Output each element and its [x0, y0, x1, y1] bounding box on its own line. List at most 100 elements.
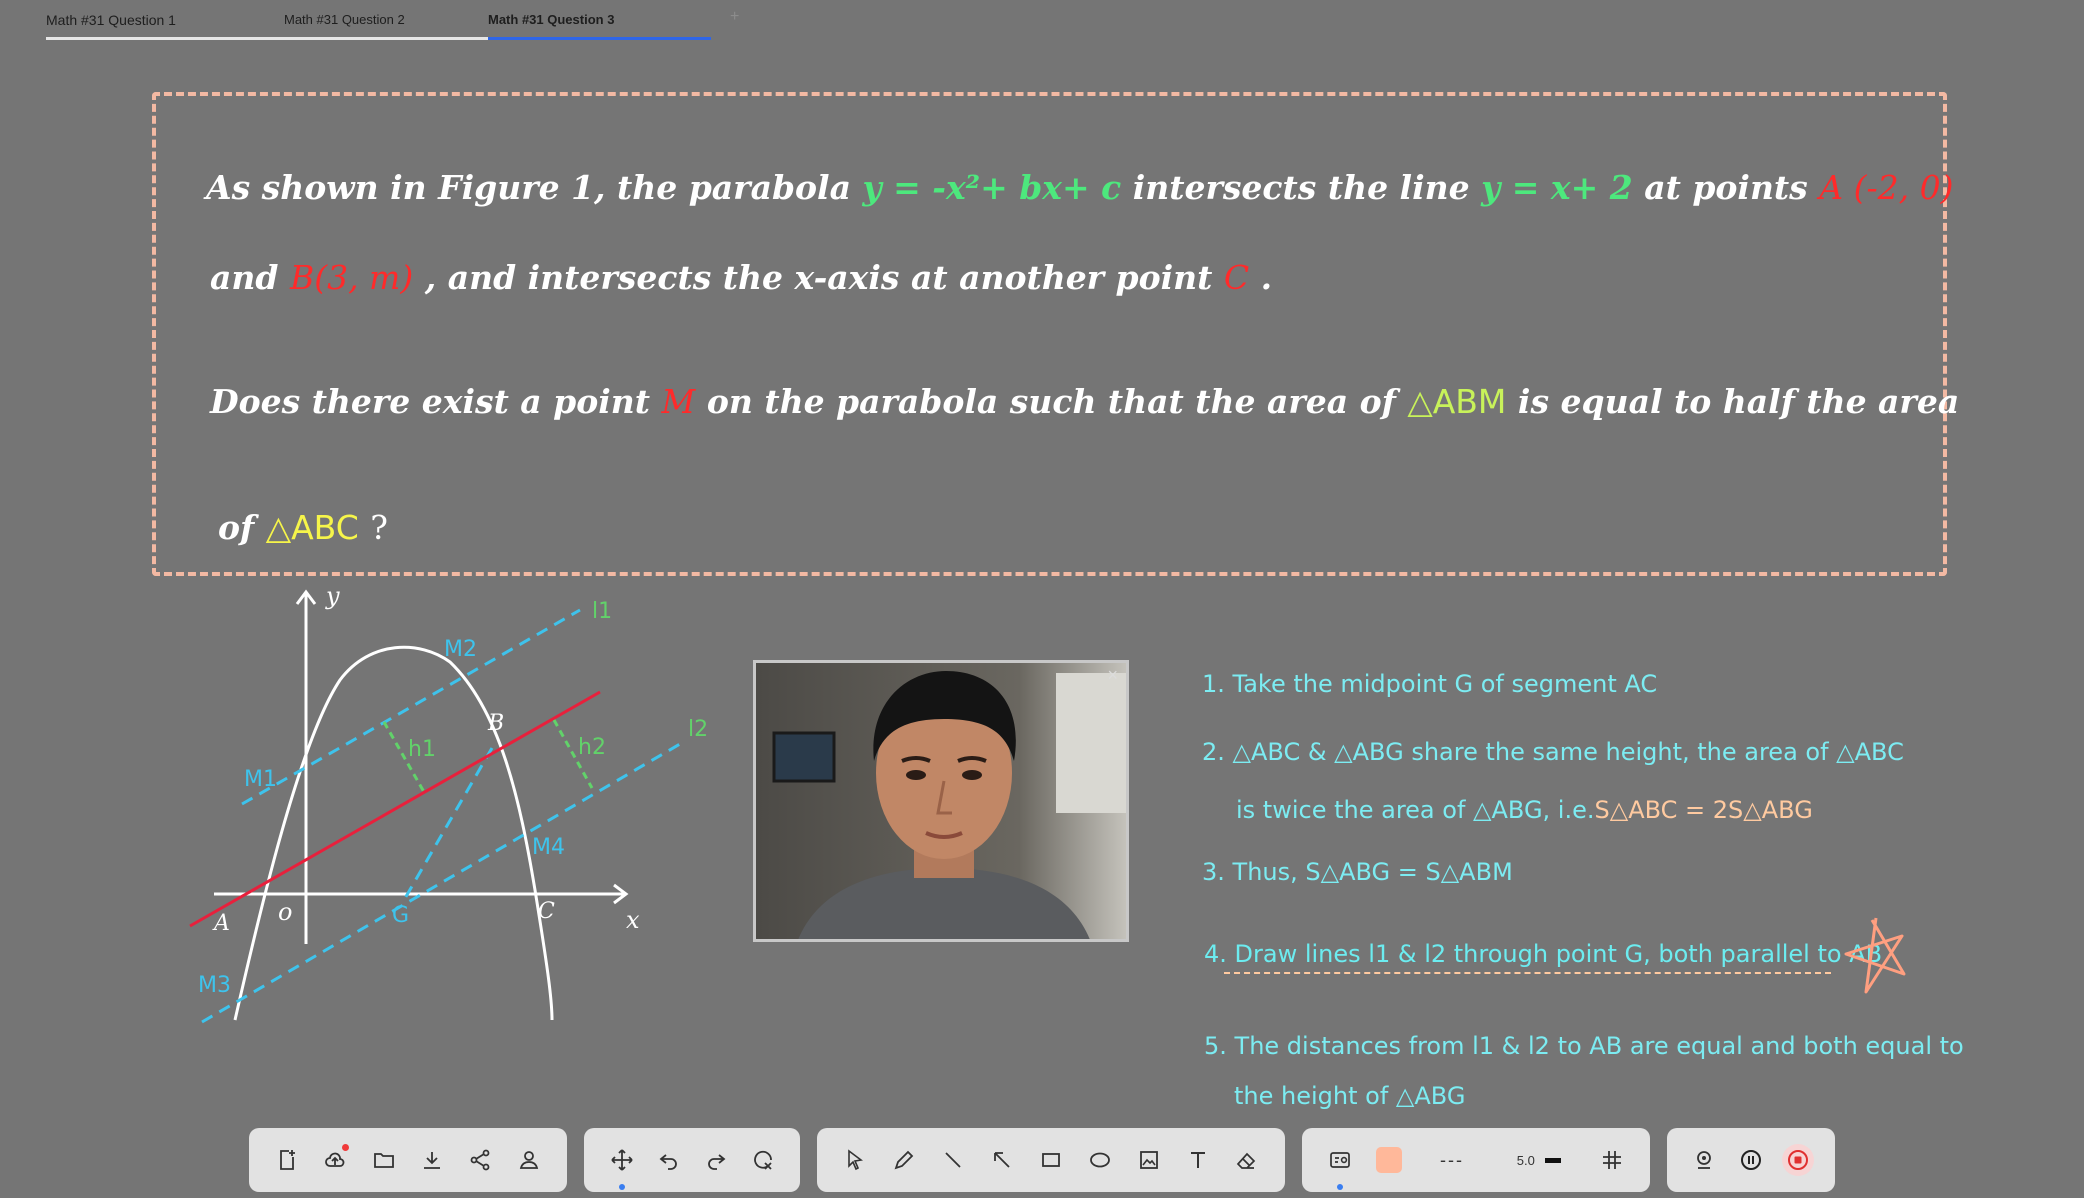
- point-a: A (-2, 0): [1819, 168, 1954, 207]
- tab-question-2[interactable]: Math #31 Question 2: [269, 0, 488, 40]
- question-box: [152, 92, 1947, 576]
- arrow-tool-button[interactable]: [986, 1144, 1018, 1176]
- close-icon[interactable]: ×: [1107, 665, 1118, 686]
- board-settings-icon: [1330, 1152, 1351, 1168]
- notification-dot: [342, 1144, 350, 1151]
- tab-bar: Math #31 Question 1 Math #31 Question 2 …: [46, 0, 711, 40]
- color-picker-button[interactable]: [1373, 1144, 1405, 1176]
- label-y: y: [325, 582, 340, 610]
- point-b: B(3, m): [289, 258, 414, 297]
- triangle-abc: △ABC: [265, 508, 359, 547]
- question-text: and: [210, 258, 279, 297]
- folder-icon: [373, 1153, 394, 1168]
- download-button[interactable]: [416, 1144, 448, 1176]
- download-icon: [424, 1152, 441, 1169]
- question-line-3: Does there exist a point M on the parabo…: [210, 382, 1959, 421]
- label-c: C: [538, 899, 555, 924]
- share-icon: [471, 1149, 490, 1171]
- pause-recording-button[interactable]: [1735, 1144, 1767, 1176]
- question-text: on the parabola such that the area of: [706, 382, 1396, 421]
- toolbar-style-group: --- 5.0: [1302, 1128, 1650, 1192]
- step-2-formula: S△ABC = 2S△ABG: [1594, 796, 1813, 824]
- stroke-width-value: 5.0: [1516, 1152, 1535, 1168]
- step-2-text: is twice the area of △ABG, i.e.: [1236, 796, 1595, 824]
- label-m1: M1: [244, 767, 277, 792]
- question-text: at points: [1644, 168, 1808, 207]
- question-line-2: and B(3, m) , and intersects the x-axis …: [210, 258, 1272, 297]
- label-l2: l2: [688, 717, 708, 742]
- cloud-upload-icon: [325, 1152, 345, 1167]
- line-l1: [241, 608, 581, 806]
- rectangle-tool-button[interactable]: [1035, 1144, 1067, 1176]
- stop-recording-button[interactable]: [1781, 1144, 1814, 1176]
- star-doodle: [1844, 917, 1906, 994]
- active-indicator: [618, 1184, 625, 1190]
- ellipse-tool-button[interactable]: [1084, 1144, 1116, 1176]
- grid-toggle-button[interactable]: [1596, 1144, 1628, 1176]
- new-page-icon: [280, 1150, 296, 1170]
- cursor-icon: [848, 1149, 864, 1171]
- step-2: 2. △ABC & △ABG share the same height, th…: [1202, 738, 1904, 766]
- move-canvas-button[interactable]: [606, 1144, 638, 1190]
- active-indicator: [1337, 1184, 1344, 1190]
- person-portrait: [756, 663, 1126, 939]
- parabola-equation: y = -x²+ bx+ c: [862, 168, 1122, 207]
- question-text: Does there exist a point: [210, 382, 651, 421]
- parabola-curve: [233, 645, 554, 1021]
- pencil-icon: [894, 1150, 914, 1170]
- grid-icon: [1602, 1151, 1621, 1169]
- question-text: As shown in Figure 1, the parabola: [206, 168, 851, 207]
- pause-icon: [1740, 1150, 1761, 1170]
- point-m: M: [661, 382, 696, 421]
- step-5: 5. The distances from l1 & l2 to AB are …: [1204, 1032, 1964, 1060]
- new-page-button[interactable]: [271, 1144, 303, 1176]
- label-m3: M3: [198, 973, 231, 998]
- text-tool-button[interactable]: [1182, 1144, 1214, 1176]
- pen-tool-button[interactable]: [888, 1144, 920, 1176]
- undo-button[interactable]: [653, 1144, 685, 1176]
- line-style-select[interactable]: ---: [1422, 1144, 1482, 1176]
- step-2-continued: is twice the area of △ABG, i.e.S△ABC = 2…: [1236, 796, 1813, 824]
- stop-icon: [1787, 1150, 1808, 1170]
- toolbar-draw-group: [817, 1128, 1285, 1192]
- tab-label: Math #31 Question 2: [284, 12, 405, 27]
- image-tool-button[interactable]: [1133, 1144, 1165, 1176]
- share-button[interactable]: [464, 1144, 496, 1176]
- user-icon: [519, 1151, 538, 1169]
- tab-question-3[interactable]: Math #31 Question 3: [488, 0, 711, 40]
- select-tool-button[interactable]: [839, 1144, 871, 1176]
- label-a: A: [212, 911, 230, 936]
- line-ab: [189, 690, 601, 928]
- stroke-width-select[interactable]: 5.0: [1499, 1144, 1579, 1176]
- question-mark: ?: [370, 508, 388, 547]
- step-4-underline: [1224, 972, 1831, 974]
- text-icon: [1190, 1152, 1205, 1168]
- rectangle-icon: [1042, 1153, 1060, 1167]
- account-button[interactable]: [513, 1144, 545, 1176]
- toolbar-edit-group: [584, 1128, 800, 1192]
- record-indicator: [1781, 1144, 1814, 1176]
- redo-button[interactable]: [700, 1144, 732, 1176]
- cloud-sync-button[interactable]: [319, 1144, 351, 1176]
- label-m4: M4: [532, 835, 565, 860]
- clear-canvas-button[interactable]: [747, 1144, 779, 1176]
- question-text: .: [1260, 258, 1273, 297]
- tab-question-1[interactable]: Math #31 Question 1: [46, 0, 269, 40]
- eraser-icon: [1237, 1152, 1256, 1169]
- background-settings-button[interactable]: [1324, 1144, 1356, 1190]
- eraser-tool-button[interactable]: [1230, 1144, 1262, 1176]
- line-style-value: ---: [1439, 1149, 1464, 1170]
- step-5-continued: the height of △ABG: [1234, 1082, 1466, 1110]
- redo-icon: [707, 1154, 725, 1170]
- webcam-toggle-button[interactable]: [1688, 1144, 1720, 1176]
- clear-icon: [753, 1150, 772, 1170]
- ellipse-icon: [1089, 1152, 1110, 1168]
- webcam-preview[interactable]: ×: [753, 660, 1129, 942]
- tab-label: Math #31 Question 3: [488, 12, 615, 27]
- line-tool-button[interactable]: [937, 1144, 969, 1176]
- add-tab-button[interactable]: +: [730, 8, 739, 26]
- stroke-width-preview: [1544, 1157, 1561, 1163]
- label-m2: M2: [444, 637, 477, 662]
- question-text: is equal to half the area: [1517, 382, 1960, 421]
- open-folder-button[interactable]: [368, 1144, 400, 1176]
